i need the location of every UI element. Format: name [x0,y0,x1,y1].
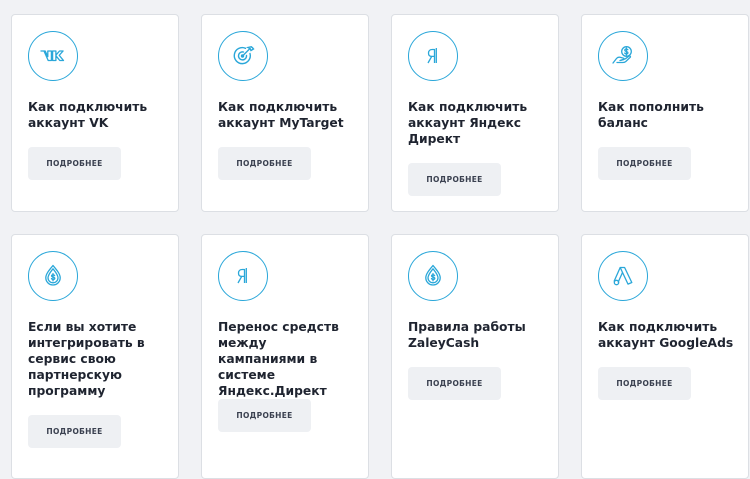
vk-icon [28,31,78,81]
more-button[interactable]: ПОДРОБНЕЕ [218,399,311,432]
dollar-drop-icon [408,251,458,301]
more-button[interactable]: ПОДРОБНЕЕ [408,367,501,400]
target-icon [218,31,268,81]
more-button[interactable]: ПОДРОБНЕЕ [408,163,501,196]
card-zaleycash-rules[interactable]: Правила работы ZaleyCash ПОДРОБНЕЕ [391,234,559,479]
card-title: Как подключить аккаунт Яндекс Директ [408,100,528,146]
google-ads-icon [598,251,648,301]
more-button[interactable]: ПОДРОБНЕЕ [28,415,121,448]
card-title: Как подключить аккаунт GoogleAds [598,320,734,350]
card-mytarget[interactable]: Как подключить аккаунт MyTarget ПОДРОБНЕ… [201,14,369,212]
card-top-up[interactable]: Как пополнить баланс ПОДРОБНЕЕ [581,14,749,212]
card-transfer-funds[interactable]: Перенос средств между кампаниями в систе… [201,234,369,479]
more-button[interactable]: ПОДРОБНЕЕ [28,147,121,180]
more-button[interactable]: ПОДРОБНЕЕ [598,367,691,400]
card-title: Если вы хотите интегрировать в сервис св… [28,320,145,398]
card-partner-program[interactable]: Если вы хотите интегрировать в сервис св… [11,234,179,479]
card-title: Как подключить аккаунт MyTarget [218,100,344,130]
more-button[interactable]: ПОДРОБНЕЕ [218,147,311,180]
card-vk[interactable]: Как подключить аккаунт VK ПОДРОБНЕЕ [11,14,179,212]
dollar-drop-icon [28,251,78,301]
card-yandex-direct[interactable]: Как подключить аккаунт Яндекс Директ ПОД… [391,14,559,212]
yandex-icon [218,251,268,301]
card-title: Как пополнить баланс [598,100,704,130]
card-title: Как подключить аккаунт VK [28,100,148,130]
more-button[interactable]: ПОДРОБНЕЕ [598,147,691,180]
yandex-icon [408,31,458,81]
card-title: Перенос средств между кампаниями в систе… [218,320,339,398]
card-title: Правила работы ZaleyCash [408,320,526,350]
money-hand-icon [598,31,648,81]
card-google-ads[interactable]: Как подключить аккаунт GoogleAds ПОДРОБН… [581,234,749,479]
